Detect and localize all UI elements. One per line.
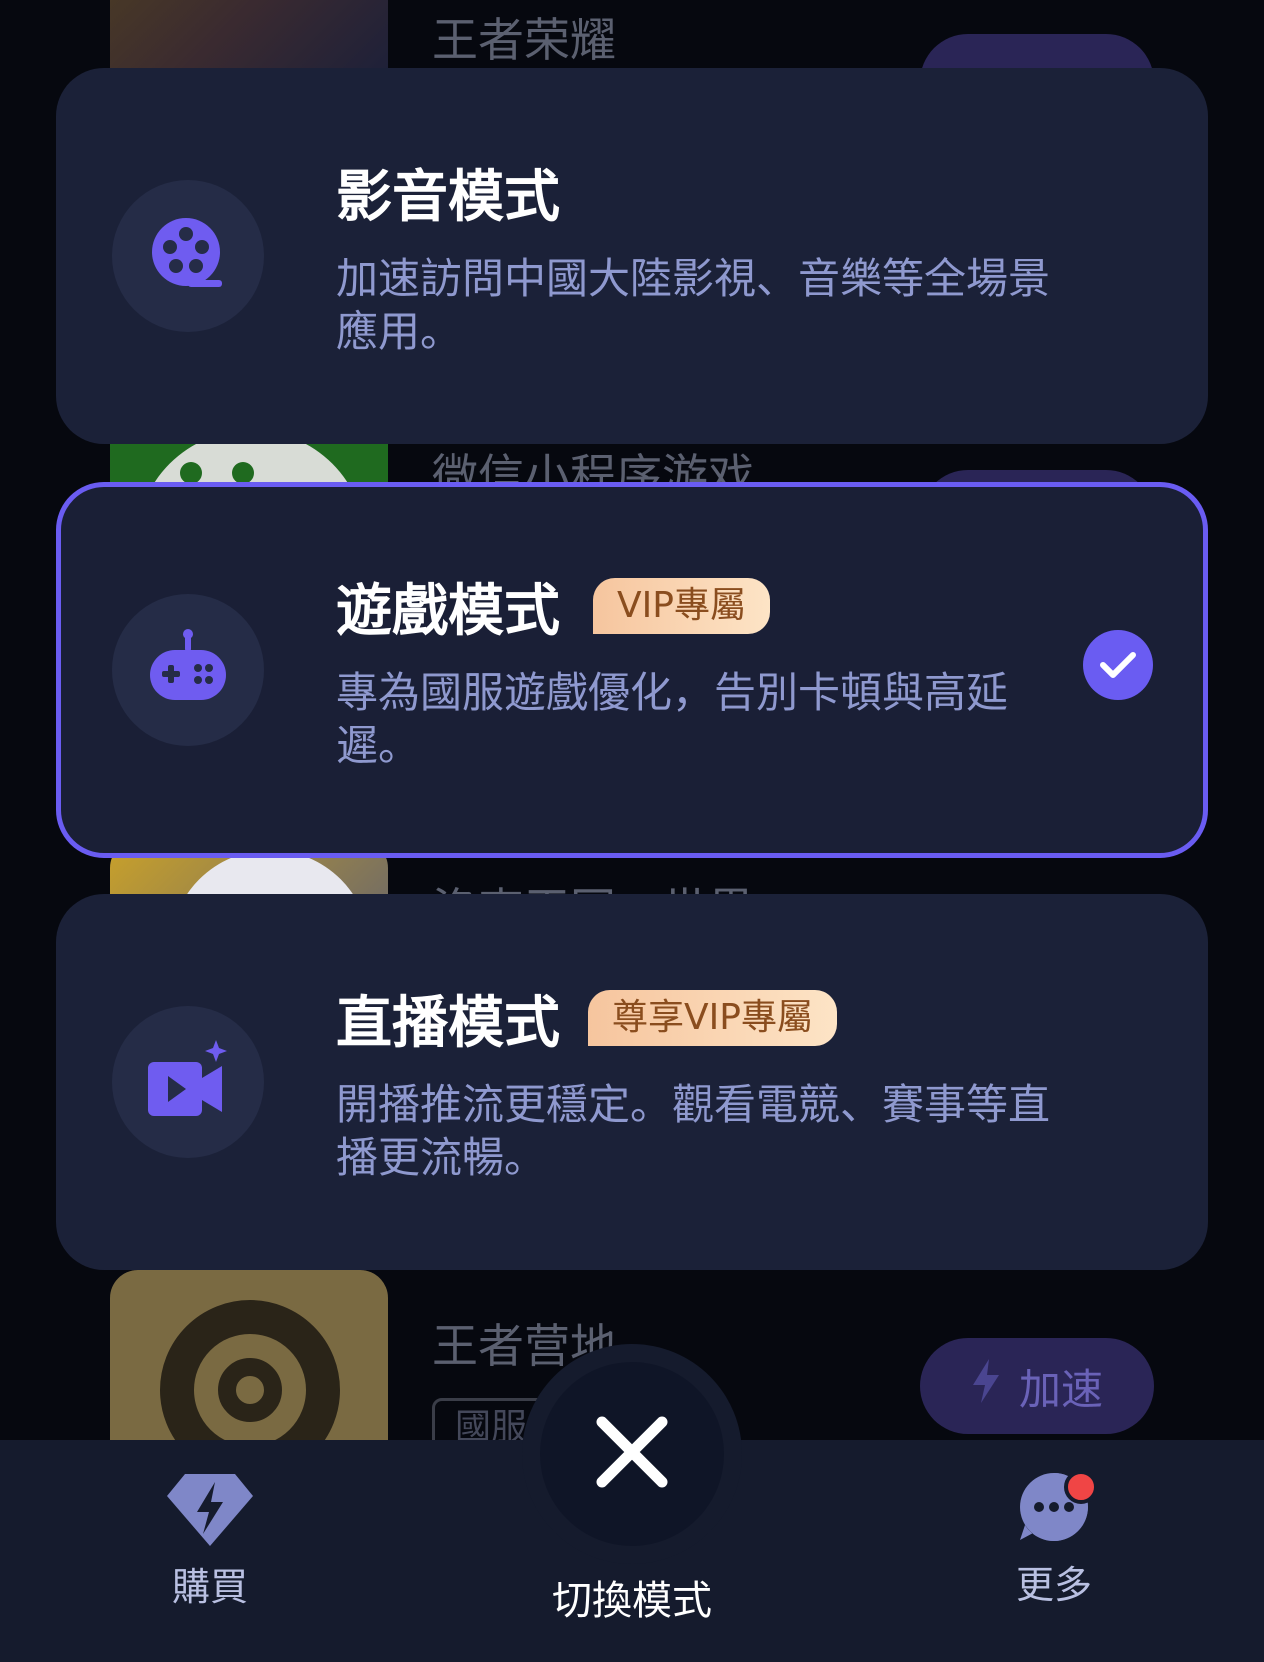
tab-buy-label: 購買	[171, 1565, 248, 1609]
film-reel-icon	[148, 214, 228, 298]
mode-card-video[interactable]: 影音模式 加速訪問中國大陸影視、音樂等全場景應用。	[56, 68, 1208, 444]
close-icon	[594, 1414, 670, 1494]
tab-buy[interactable]: 購買	[140, 1472, 280, 1611]
tab-switch-mode[interactable]: 切換模式	[532, 1568, 732, 1626]
live-camera-icon	[146, 1038, 230, 1126]
accelerate-button[interactable]: 加速	[920, 1338, 1154, 1434]
diamond-bolt-icon	[140, 1472, 280, 1550]
gamepad-icon	[146, 628, 230, 712]
mode-icon-container	[112, 180, 264, 332]
accelerate-label: 加速	[1018, 1364, 1103, 1414]
vip-badge: VIP專屬	[593, 578, 770, 634]
vip-badge: 尊享VIP專屬	[588, 990, 837, 1046]
mode-title: 影音模式	[336, 165, 560, 230]
game-title: 王者荣耀	[432, 13, 616, 67]
selected-check-icon	[1083, 630, 1153, 700]
mode-icon-container	[112, 594, 264, 746]
mode-title: 遊戲模式	[336, 579, 560, 644]
mode-icon-container	[112, 1006, 264, 1158]
close-mode-switch-button[interactable]	[540, 1362, 724, 1546]
tab-more[interactable]: 更多	[984, 1470, 1124, 1609]
more-dots-icon	[984, 1470, 1124, 1550]
bolt-icon	[971, 1359, 1001, 1413]
notification-dot	[1064, 1470, 1098, 1504]
mode-card-live[interactable]: 直播模式 尊享VIP專屬 開播推流更穩定。觀看電競、賽事等直播更流暢。	[56, 894, 1208, 1270]
mode-switch-screen: 王者荣耀 微信小程序游戏 洛克王国：世界 王者营地	[0, 0, 1264, 1662]
mode-title: 直播模式	[336, 991, 560, 1056]
mode-card-game[interactable]: 遊戲模式 VIP專屬 專為國服遊戲優化，告別卡頓與高延遲。	[56, 482, 1208, 858]
mode-description: 開播推流更穩定。觀看電競、賽事等直播更流暢。	[336, 1080, 1051, 1182]
mode-description: 加速訪問中國大陸影視、音樂等全場景應用。	[336, 254, 1051, 356]
tab-more-label: 更多	[1015, 1563, 1092, 1607]
tab-switch-mode-label: 切換模式	[552, 1578, 712, 1624]
mode-description: 專為國服遊戲優化，告別卡頓與高延遲。	[336, 668, 1009, 770]
